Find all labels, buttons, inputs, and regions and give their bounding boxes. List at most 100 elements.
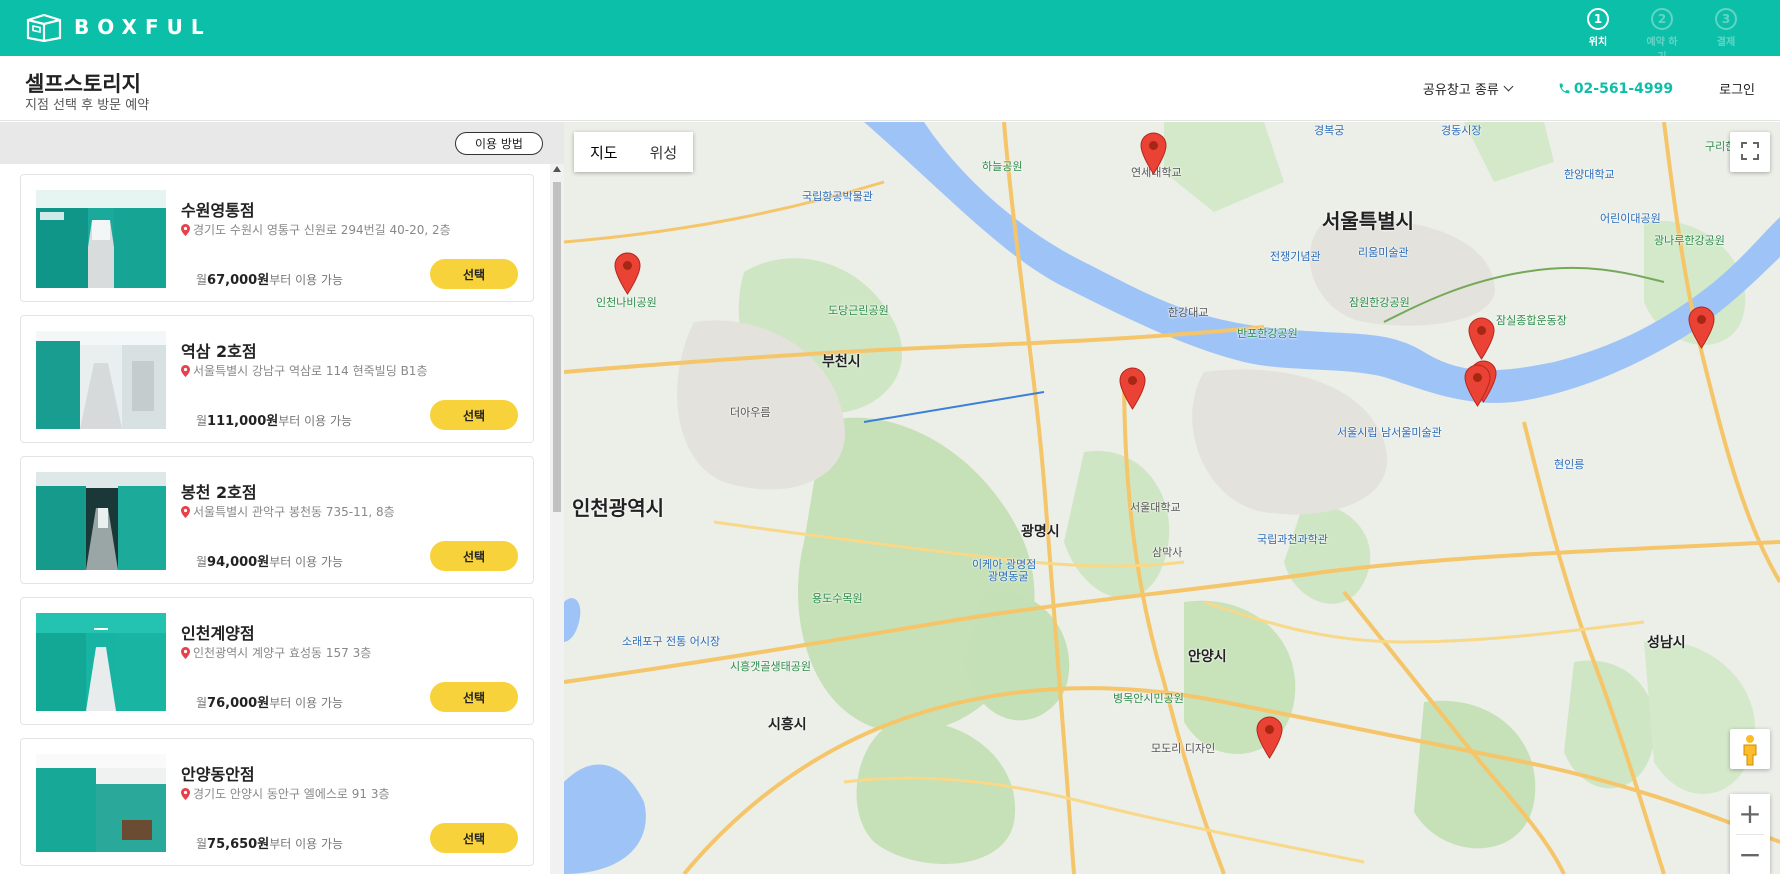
location-pin-icon bbox=[181, 223, 190, 236]
phone-icon bbox=[1559, 83, 1570, 94]
map-type-control: 지도 위성 bbox=[574, 132, 694, 172]
store-name: 수원영통점 bbox=[181, 201, 255, 220]
map-label-dodang-park: 도당근린공원 bbox=[828, 304, 889, 317]
select-store-button[interactable]: 선택 bbox=[430, 823, 518, 853]
select-store-button[interactable]: 선택 bbox=[430, 682, 518, 712]
store-price: 월94,000원부터 이용 가능 bbox=[196, 555, 344, 570]
map-label-anyang: 안양시 bbox=[1188, 649, 1227, 665]
map-label-leeum: 리움미술관 bbox=[1358, 246, 1409, 259]
store-price-value: 67,000원 bbox=[207, 273, 270, 288]
step-payment: 3 결제 bbox=[1706, 8, 1746, 63]
fullscreen-icon bbox=[1741, 141, 1759, 160]
map-label-butterfly-park: 인천나비공원 bbox=[596, 296, 657, 309]
how-to-use-button[interactable]: 이용 방법 bbox=[455, 132, 543, 155]
map-label-gwangmyeong-cave: 광명동굴 bbox=[988, 570, 1029, 583]
store-list[interactable]: 수원영통점 경기도 수원시 영통구 신원로 294번길 40-20, 2층 월6… bbox=[0, 164, 550, 874]
map-type-map-button[interactable]: 지도 bbox=[574, 132, 634, 172]
zoom-control: + − bbox=[1730, 794, 1770, 874]
store-address: 서울특별시 강남구 역삼로 114 현죽빌딩 B1층 bbox=[181, 362, 428, 379]
store-address-text: 경기도 안양시 동안구 엘에스로 91 3층 bbox=[193, 787, 390, 801]
logo-text: BOXFUL bbox=[74, 15, 212, 39]
map-label-aviation-museum: 국립항공박물관 bbox=[802, 190, 873, 203]
map-label-war-memorial: 전쟁기념관 bbox=[1270, 250, 1321, 263]
select-store-button[interactable]: 선택 bbox=[430, 400, 518, 430]
map-label-haneul-park: 하늘공원 bbox=[982, 160, 1023, 173]
store-address: 경기도 수원시 영통구 신원로 294번길 40-20, 2층 bbox=[181, 221, 451, 238]
store-photo bbox=[36, 754, 166, 852]
map-label-gyeongbokgung: 경복궁 bbox=[1314, 124, 1345, 137]
chevron-down-icon bbox=[1503, 81, 1514, 92]
map-label-deoaum: 더아우름 bbox=[730, 406, 771, 419]
store-name: 안양동안점 bbox=[181, 765, 255, 784]
map-label-bucheon: 부천시 bbox=[822, 354, 861, 370]
scrollbar-thumb[interactable] bbox=[553, 182, 561, 512]
store-photo bbox=[36, 613, 166, 711]
scroll-up-arrow-icon[interactable] bbox=[553, 166, 561, 172]
step-number: 2 bbox=[1651, 8, 1673, 30]
map-base-layer bbox=[564, 122, 1780, 874]
top-bar: BOXFUL 1 위치 2 예약 하기 3 결제 bbox=[0, 0, 1780, 63]
store-photo bbox=[36, 331, 166, 429]
store-card[interactable]: 수원영통점 경기도 수원시 영통구 신원로 294번길 40-20, 2층 월6… bbox=[20, 174, 534, 302]
map-label-gwacheon-science: 국립과천과학관 bbox=[1257, 533, 1328, 546]
login-link[interactable]: 로그인 bbox=[1719, 79, 1755, 98]
step-label: 위치 bbox=[1588, 37, 1608, 48]
map-label-jamwon-park: 잠원한강공원 bbox=[1349, 296, 1410, 309]
store-card[interactable]: 봉천 2호점 서울특별시 관악구 봉천동 735-11, 8층 월94,000원… bbox=[20, 456, 534, 584]
store-price-value: 75,650원 bbox=[207, 837, 270, 852]
store-marker-pin[interactable] bbox=[1256, 716, 1283, 759]
location-pin-icon bbox=[181, 505, 190, 518]
select-store-button[interactable]: 선택 bbox=[430, 259, 518, 289]
store-map[interactable]: 서울특별시 인천광역시 부천시 광명시 안양시 시흥시 성남시 경복궁 경동시장… bbox=[564, 122, 1780, 874]
step-location: 1 위치 bbox=[1578, 8, 1618, 63]
step-label: 결제 bbox=[1716, 37, 1736, 48]
store-marker-pin[interactable] bbox=[1119, 367, 1146, 410]
map-label-seongnam: 성남시 bbox=[1647, 635, 1686, 651]
store-marker-pin[interactable] bbox=[1688, 306, 1715, 349]
select-store-button[interactable]: 선택 bbox=[430, 541, 518, 571]
store-list-panel: 이용 방법 수원영통점 경기도 수원시 영통구 신원로 294번길 40-20,… bbox=[0, 122, 564, 874]
boxful-logo[interactable]: BOXFUL bbox=[24, 12, 212, 42]
store-card[interactable]: 안양동안점 경기도 안양시 동안구 엘에스로 91 3층 월75,650원부터 … bbox=[20, 738, 534, 866]
fullscreen-button[interactable] bbox=[1730, 132, 1770, 172]
step-number: 1 bbox=[1587, 8, 1609, 30]
store-card[interactable]: 인천계양점 인천광역시 계양구 효성동 157 3층 월76,000원부터 이용… bbox=[20, 597, 534, 725]
storage-type-label: 공유창고 종류 bbox=[1422, 83, 1499, 98]
storage-type-dropdown[interactable]: 공유창고 종류 bbox=[1422, 79, 1514, 98]
map-label-siheung-eco-park: 시흥갯골생태공원 bbox=[730, 660, 811, 673]
map-label-banpo-park: 반포한강공원 bbox=[1237, 327, 1298, 340]
header-nav: 공유창고 종류 02-561-4999 로그인 bbox=[1423, 56, 1780, 121]
street-view-pegman[interactable] bbox=[1730, 729, 1770, 769]
map-label-incheon: 인천광역시 bbox=[572, 496, 664, 520]
phone-number: 02-561-4999 bbox=[1573, 80, 1674, 97]
store-card[interactable]: 역삼 2호점 서울특별시 강남구 역삼로 114 현죽빌딩 B1층 월111,0… bbox=[20, 315, 534, 443]
store-price-value: 76,000원 bbox=[207, 696, 270, 711]
store-list-scrollbar[interactable] bbox=[550, 164, 564, 874]
store-address-text: 서울특별시 강남구 역삼로 114 현죽빌딩 B1층 bbox=[193, 364, 428, 378]
store-name: 인천계양점 bbox=[181, 624, 255, 643]
store-marker-pin[interactable] bbox=[614, 252, 641, 295]
map-label-gwangnaru-park: 광나루한강공원 bbox=[1654, 234, 1725, 247]
store-marker-pin[interactable] bbox=[1140, 132, 1167, 175]
step-reservation: 2 예약 하기 bbox=[1642, 8, 1682, 63]
location-pin-icon bbox=[181, 646, 190, 659]
store-address-text: 인천광역시 계양구 효성동 157 3층 bbox=[193, 646, 372, 660]
map-label-gyeongdong: 경동시장 bbox=[1441, 124, 1482, 137]
map-label-seoul: 서울특별시 bbox=[1322, 209, 1414, 233]
sub-header: 셀프스토리지 지점 선택 후 방문 예약 공유창고 종류 02-561-4999… bbox=[0, 56, 1780, 121]
store-marker-pin[interactable] bbox=[1468, 317, 1495, 360]
map-label-childrens-park: 어린이대공원 bbox=[1600, 212, 1661, 225]
store-name: 봉천 2호점 bbox=[181, 483, 257, 502]
location-pin-icon bbox=[181, 787, 190, 800]
store-price: 월111,000원부터 이용 가능 bbox=[196, 414, 353, 429]
map-label-hangang-bridge: 한강대교 bbox=[1168, 306, 1209, 319]
map-label-byeongmok-park: 병목안시민공원 bbox=[1113, 692, 1184, 705]
zoom-out-button[interactable]: − bbox=[1730, 835, 1770, 874]
store-price: 월76,000원부터 이용 가능 bbox=[196, 696, 344, 711]
store-price: 월75,650원부터 이용 가능 bbox=[196, 837, 344, 852]
phone-link[interactable]: 02-561-4999 bbox=[1558, 81, 1673, 97]
map-type-satellite-button[interactable]: 위성 bbox=[633, 132, 694, 172]
store-marker-pin[interactable] bbox=[1464, 364, 1491, 407]
map-label-jamsil-stadium: 잠실종합운동장 bbox=[1496, 314, 1567, 327]
zoom-in-button[interactable]: + bbox=[1730, 794, 1770, 834]
